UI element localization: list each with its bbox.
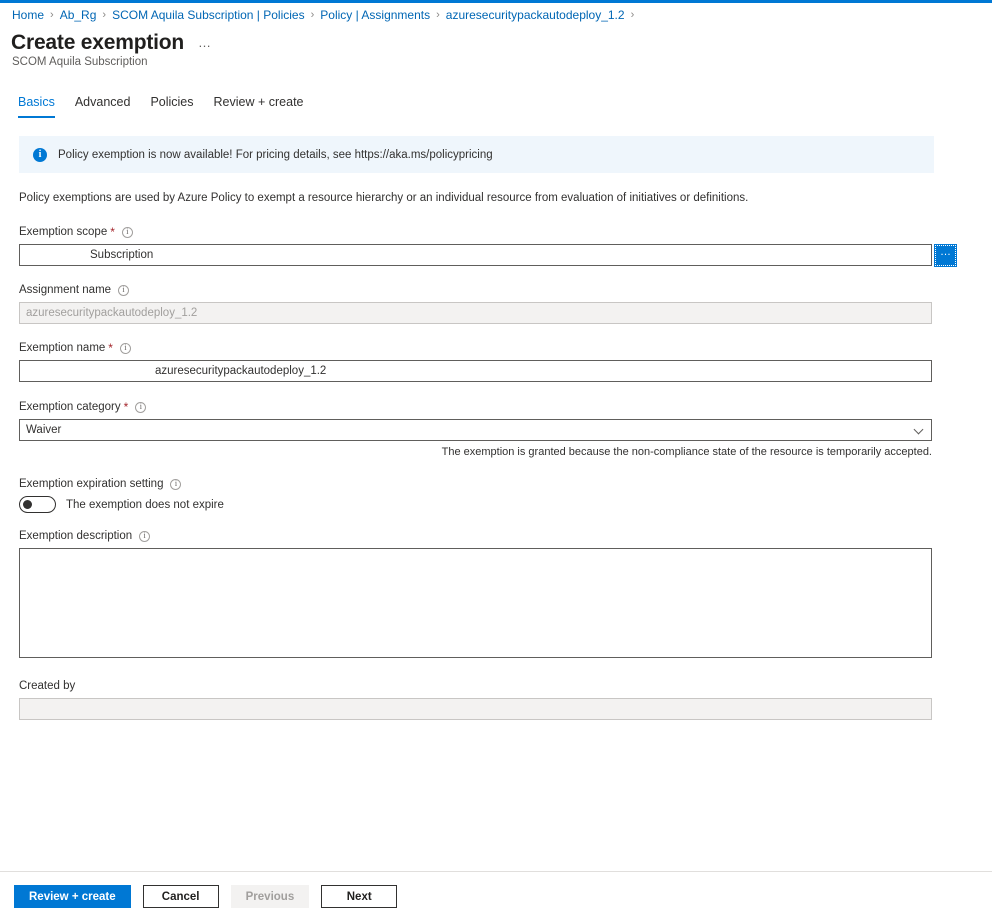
- expiration-toggle-row: The exemption does not expire: [19, 496, 969, 513]
- exemption-description-label-row: Exemption description i: [19, 528, 969, 544]
- more-options-icon[interactable]: …: [198, 34, 211, 56]
- assignment-name-label-row: Assignment name i: [19, 282, 969, 298]
- exemption-scope-row: …: [19, 243, 969, 267]
- tab-policies[interactable]: Policies: [140, 94, 203, 118]
- cancel-button[interactable]: Cancel: [142, 885, 219, 908]
- assignment-name-label: Assignment name: [19, 284, 112, 296]
- required-indicator: *: [123, 400, 129, 414]
- breadcrumb-separator-icon: ›: [50, 9, 54, 21]
- exemption-form: Exemption scope * i … Assignment name i …: [19, 224, 969, 720]
- field-exemption-name: Exemption name * i: [19, 340, 969, 382]
- info-tooltip-icon[interactable]: i: [170, 478, 182, 490]
- footer-divider: [0, 871, 992, 872]
- toggle-knob: [23, 500, 32, 509]
- exemption-category-label-row: Exemption category * i: [19, 399, 969, 415]
- browse-scope-button[interactable]: …: [934, 243, 957, 267]
- breadcrumb-item-home[interactable]: Home: [12, 7, 44, 23]
- expiration-setting-label-row: Exemption expiration setting i: [19, 476, 969, 492]
- info-tooltip-icon[interactable]: i: [139, 530, 151, 542]
- exemption-description-label: Exemption description: [19, 530, 133, 542]
- field-assignment-name: Assignment name i: [19, 282, 969, 324]
- footer-actions: Review + create Cancel Previous Next: [14, 885, 409, 908]
- info-banner: i Policy exemption is now available! For…: [19, 136, 934, 173]
- field-exemption-category: Exemption category * i Waiver The exempt…: [19, 399, 969, 460]
- info-tooltip-icon[interactable]: i: [118, 284, 130, 296]
- exemption-description-textarea[interactable]: [19, 548, 932, 658]
- breadcrumb: Home › Ab_Rg › SCOM Aquila Subscription …: [12, 7, 640, 23]
- breadcrumb-item-resource-group[interactable]: Ab_Rg: [60, 7, 97, 23]
- info-tooltip-icon[interactable]: i: [119, 342, 131, 354]
- field-expiration-setting: Exemption expiration setting i The exemp…: [19, 476, 969, 513]
- created-by-input: [19, 698, 932, 720]
- field-exemption-scope: Exemption scope * i …: [19, 224, 969, 267]
- create-exemption-page: Home › Ab_Rg › SCOM Aquila Subscription …: [0, 0, 992, 920]
- tab-advanced[interactable]: Advanced: [65, 94, 141, 118]
- tab-review-create[interactable]: Review + create: [204, 94, 314, 118]
- expiration-toggle[interactable]: [19, 496, 56, 513]
- page-title-row: Create exemption …: [11, 30, 211, 56]
- exemption-scope-label: Exemption scope: [19, 226, 108, 238]
- exemption-category-select[interactable]: Waiver: [19, 419, 932, 441]
- breadcrumb-item-assignment[interactable]: azuresecuritypackautodeploy_1.2: [446, 7, 625, 23]
- exemption-category-select-wrap: Waiver: [19, 419, 932, 441]
- created-by-label: Created by: [19, 680, 76, 692]
- info-tooltip-icon[interactable]: i: [135, 401, 147, 413]
- field-created-by: Created by: [19, 678, 969, 720]
- page-subtitle: SCOM Aquila Subscription: [12, 56, 148, 68]
- created-by-label-row: Created by: [19, 678, 969, 694]
- required-indicator: *: [110, 225, 115, 239]
- exemption-scope-input[interactable]: [19, 244, 932, 266]
- expiration-toggle-label: The exemption does not expire: [66, 498, 224, 511]
- breadcrumb-item-subscription-policies[interactable]: SCOM Aquila Subscription | Policies: [112, 7, 305, 23]
- info-tooltip-icon[interactable]: i: [121, 226, 133, 238]
- expiration-setting-label: Exemption expiration setting: [19, 478, 164, 490]
- info-banner-text: Policy exemption is now available! For p…: [58, 148, 493, 161]
- exemption-name-label-row: Exemption name * i: [19, 340, 969, 356]
- page-description: Policy exemptions are used by Azure Poli…: [19, 192, 749, 204]
- top-accent-bar: [0, 0, 992, 3]
- exemption-category-label: Exemption category: [19, 401, 121, 413]
- breadcrumb-separator-icon: ›: [436, 9, 440, 21]
- review-create-button[interactable]: Review + create: [14, 885, 131, 908]
- wizard-tabs: Basics Advanced Policies Review + create: [14, 94, 314, 118]
- breadcrumb-item-policy-assignments[interactable]: Policy | Assignments: [320, 7, 430, 23]
- field-exemption-description: Exemption description i: [19, 528, 969, 663]
- next-button[interactable]: Next: [321, 885, 398, 908]
- required-indicator: *: [108, 341, 113, 355]
- exemption-scope-label-row: Exemption scope * i: [19, 224, 969, 240]
- assignment-name-input: [19, 302, 932, 324]
- info-icon: i: [33, 147, 47, 162]
- tab-basics[interactable]: Basics: [14, 94, 65, 118]
- page-title: Create exemption: [11, 31, 185, 54]
- breadcrumb-separator-icon: ›: [102, 9, 107, 21]
- previous-button: Previous: [230, 885, 310, 908]
- breadcrumb-separator-icon: ›: [630, 9, 635, 21]
- exemption-name-label: Exemption name: [19, 342, 106, 354]
- exemption-category-helper-text: The exemption is granted because the non…: [441, 446, 932, 458]
- breadcrumb-separator-icon: ›: [310, 9, 315, 21]
- exemption-name-input[interactable]: [19, 360, 932, 382]
